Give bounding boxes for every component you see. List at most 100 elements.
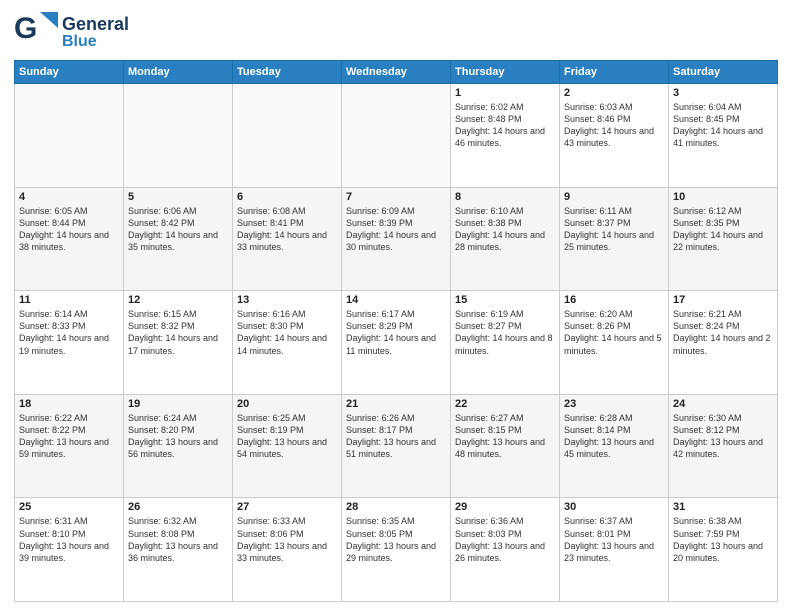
day-number: 13	[237, 294, 337, 306]
day-info: Sunrise: 6:11 AM Sunset: 8:37 PM Dayligh…	[564, 205, 664, 254]
day-info: Sunrise: 6:25 AM Sunset: 8:19 PM Dayligh…	[237, 412, 337, 461]
day-number: 24	[673, 398, 773, 410]
day-number: 1	[455, 87, 555, 99]
calendar-cell: 28 Sunrise: 6:35 AM Sunset: 8:05 PM Dayli…	[342, 498, 451, 602]
day-info: Sunrise: 6:17 AM Sunset: 8:29 PM Dayligh…	[346, 308, 446, 357]
calendar-cell: 30Sunrise: 6:37 AM Sunset: 8:01 PM Dayli…	[560, 498, 669, 602]
day-info: Sunrise: 6:28 AM Sunset: 8:14 PM Dayligh…	[564, 412, 664, 461]
day-number: 21	[346, 398, 446, 410]
calendar-cell: 24Sunrise: 6:30 AM Sunset: 8:12 PM Dayli…	[669, 394, 778, 498]
calendar-week-4: 18 Sunrise: 6:22 AM Sunset: 8:22 PM Dayli…	[15, 394, 778, 498]
calendar-cell: 1 Sunrise: 6:02 AM Sunset: 8:48 PM Daylig…	[451, 84, 560, 188]
calendar-cell	[15, 84, 124, 188]
page: G General Blue SundayMondayTuesdayWednes…	[0, 0, 792, 612]
day-info: Sunrise: 6:03 AM Sunset: 8:46 PM Dayligh…	[564, 101, 664, 150]
calendar-cell: 16Sunrise: 6:20 AM Sunset: 8:26 PM Dayli…	[560, 291, 669, 395]
day-number: 25	[19, 501, 119, 513]
day-info: Sunrise: 6:12 AM Sunset: 8:35 PM Dayligh…	[673, 205, 773, 254]
day-info: Sunrise: 6:32 AM Sunset: 8:08 PM Dayligh…	[128, 515, 228, 564]
day-info: Sunrise: 6:08 AM Sunset: 8:41 PM Dayligh…	[237, 205, 337, 254]
calendar-cell: 10 Sunrise: 6:12 AM Sunset: 8:35 PM Dayli…	[669, 187, 778, 291]
day-info: Sunrise: 6:26 AM Sunset: 8:17 PM Dayligh…	[346, 412, 446, 461]
calendar-cell: 8Sunrise: 6:10 AM Sunset: 8:38 PM Daylig…	[451, 187, 560, 291]
day-info: Sunrise: 6:35 AM Sunset: 8:05 PM Dayligh…	[346, 515, 446, 564]
day-number: 2	[564, 87, 664, 99]
day-number: 23	[564, 398, 664, 410]
day-number: 7	[346, 191, 446, 203]
calendar-cell	[342, 84, 451, 188]
day-info: Sunrise: 6:24 AM Sunset: 8:20 PM Dayligh…	[128, 412, 228, 461]
day-info: Sunrise: 6:04 AM Sunset: 8:45 PM Dayligh…	[673, 101, 773, 150]
calendar-cell: 5 Sunrise: 6:06 AM Sunset: 8:42 PM Daylig…	[124, 187, 233, 291]
day-number: 29	[455, 501, 555, 513]
day-number: 5	[128, 191, 228, 203]
day-info: Sunrise: 6:37 AM Sunset: 8:01 PM Dayligh…	[564, 515, 664, 564]
calendar-cell: 27 Sunrise: 6:33 AM Sunset: 8:06 PM Dayli…	[233, 498, 342, 602]
calendar-cell: 23 Sunrise: 6:28 AM Sunset: 8:14 PM Dayli…	[560, 394, 669, 498]
calendar-table: SundayMondayTuesdayWednesdayThursdayFrid…	[14, 60, 778, 602]
day-info: Sunrise: 6:21 AM Sunset: 8:24 PM Dayligh…	[673, 308, 773, 357]
day-info: Sunrise: 6:22 AM Sunset: 8:22 PM Dayligh…	[19, 412, 119, 461]
weekday-header-thursday: Thursday	[451, 61, 560, 84]
day-number: 28	[346, 501, 446, 513]
calendar-week-5: 25 Sunrise: 6:31 AM Sunset: 8:10 PM Dayli…	[15, 498, 778, 602]
day-number: 27	[237, 501, 337, 513]
day-number: 14	[346, 294, 446, 306]
calendar-cell: 26 Sunrise: 6:32 AM Sunset: 8:08 PM Dayli…	[124, 498, 233, 602]
day-info: Sunrise: 6:02 AM Sunset: 8:48 PM Dayligh…	[455, 101, 555, 150]
calendar-cell: 22 Sunrise: 6:27 AM Sunset: 8:15 PM Dayli…	[451, 394, 560, 498]
logo-container: G General Blue	[14, 10, 129, 54]
calendar-cell: 6Sunrise: 6:08 AM Sunset: 8:41 PM Daylig…	[233, 187, 342, 291]
day-number: 4	[19, 191, 119, 203]
logo-svg: G	[14, 10, 58, 54]
logo-text-block: General Blue	[62, 14, 129, 51]
calendar-cell: 31 Sunrise: 6:38 AM Sunset: 7:59 PM Dayli…	[669, 498, 778, 602]
weekday-header-wednesday: Wednesday	[342, 61, 451, 84]
logo-graphic: G	[14, 10, 58, 54]
day-number: 11	[19, 294, 119, 306]
calendar-week-2: 4 Sunrise: 6:05 AM Sunset: 8:44 PM Daylig…	[15, 187, 778, 291]
day-info: Sunrise: 6:16 AM Sunset: 8:30 PM Dayligh…	[237, 308, 337, 357]
calendar-cell: 19 Sunrise: 6:24 AM Sunset: 8:20 PM Dayli…	[124, 394, 233, 498]
calendar-cell: 20Sunrise: 6:25 AM Sunset: 8:19 PM Dayli…	[233, 394, 342, 498]
day-info: Sunrise: 6:09 AM Sunset: 8:39 PM Dayligh…	[346, 205, 446, 254]
day-number: 17	[673, 294, 773, 306]
weekday-header-sunday: Sunday	[15, 61, 124, 84]
logo-general-text: General	[62, 14, 129, 35]
day-info: Sunrise: 6:10 AM Sunset: 8:38 PM Dayligh…	[455, 205, 555, 254]
weekday-header-tuesday: Tuesday	[233, 61, 342, 84]
calendar-cell	[233, 84, 342, 188]
calendar-body: 1 Sunrise: 6:02 AM Sunset: 8:48 PM Daylig…	[15, 84, 778, 602]
logo: G General Blue	[14, 10, 129, 54]
day-info: Sunrise: 6:15 AM Sunset: 8:32 PM Dayligh…	[128, 308, 228, 357]
day-number: 26	[128, 501, 228, 513]
weekday-header-row: SundayMondayTuesdayWednesdayThursdayFrid…	[15, 61, 778, 84]
calendar-cell: 3Sunrise: 6:04 AM Sunset: 8:45 PM Daylig…	[669, 84, 778, 188]
day-number: 31	[673, 501, 773, 513]
day-number: 22	[455, 398, 555, 410]
calendar-cell: 2 Sunrise: 6:03 AM Sunset: 8:46 PM Daylig…	[560, 84, 669, 188]
day-info: Sunrise: 6:33 AM Sunset: 8:06 PM Dayligh…	[237, 515, 337, 564]
day-number: 9	[564, 191, 664, 203]
calendar-week-1: 1 Sunrise: 6:02 AM Sunset: 8:48 PM Daylig…	[15, 84, 778, 188]
calendar-cell: 7 Sunrise: 6:09 AM Sunset: 8:39 PM Daylig…	[342, 187, 451, 291]
day-number: 19	[128, 398, 228, 410]
day-number: 18	[19, 398, 119, 410]
calendar-cell: 15Sunrise: 6:19 AM Sunset: 8:27 PM Dayli…	[451, 291, 560, 395]
day-number: 12	[128, 294, 228, 306]
day-number: 16	[564, 294, 664, 306]
svg-text:G: G	[14, 12, 37, 45]
weekday-header-saturday: Saturday	[669, 61, 778, 84]
calendar-cell: 17 Sunrise: 6:21 AM Sunset: 8:24 PM Dayli…	[669, 291, 778, 395]
day-info: Sunrise: 6:14 AM Sunset: 8:33 PM Dayligh…	[19, 308, 119, 357]
calendar-cell: 14 Sunrise: 6:17 AM Sunset: 8:29 PM Dayli…	[342, 291, 451, 395]
day-info: Sunrise: 6:06 AM Sunset: 8:42 PM Dayligh…	[128, 205, 228, 254]
calendar-cell: 21 Sunrise: 6:26 AM Sunset: 8:17 PM Dayli…	[342, 394, 451, 498]
day-number: 10	[673, 191, 773, 203]
day-info: Sunrise: 6:27 AM Sunset: 8:15 PM Dayligh…	[455, 412, 555, 461]
day-info: Sunrise: 6:05 AM Sunset: 8:44 PM Dayligh…	[19, 205, 119, 254]
day-info: Sunrise: 6:31 AM Sunset: 8:10 PM Dayligh…	[19, 515, 119, 564]
calendar-cell: 12 Sunrise: 6:15 AM Sunset: 8:32 PM Dayli…	[124, 291, 233, 395]
weekday-header-monday: Monday	[124, 61, 233, 84]
day-info: Sunrise: 6:38 AM Sunset: 7:59 PM Dayligh…	[673, 515, 773, 564]
